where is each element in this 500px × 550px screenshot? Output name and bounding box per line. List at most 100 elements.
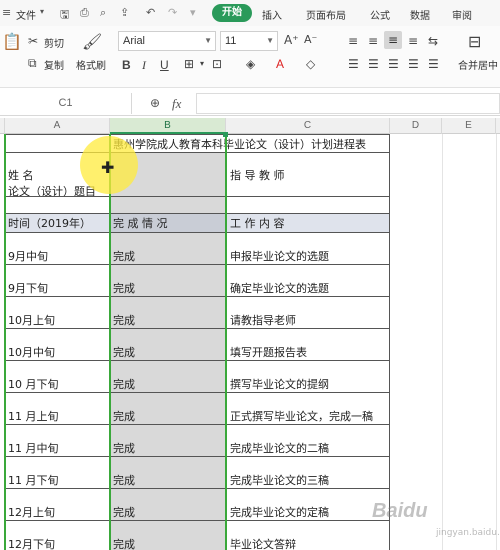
row-status[interactable]: 完成 (110, 376, 135, 392)
align-left-text-icon[interactable]: ☰ (348, 57, 359, 71)
row-time[interactable]: 11 月上旬 (5, 408, 59, 424)
row-status[interactable]: 完成 (110, 344, 135, 360)
row-content[interactable]: 确定毕业论文的选题 (227, 280, 329, 296)
row-time[interactable]: 10 月下旬 (5, 376, 59, 392)
clear-icon[interactable]: ◇ (306, 57, 315, 71)
row-status[interactable]: 完成 (110, 440, 135, 456)
tab-insert[interactable]: 插入 (262, 7, 282, 22)
formula-input[interactable] (196, 93, 500, 114)
column-header-e[interactable]: E (442, 118, 496, 134)
copy-button[interactable]: 复制 (44, 57, 64, 72)
row-time[interactable]: 9月中旬 (5, 248, 48, 264)
row-content[interactable]: 毕业论文答辩 (227, 536, 296, 550)
italic-icon[interactable]: I (142, 58, 146, 73)
align-bottom-button[interactable]: ≡ (384, 31, 402, 49)
column-header-b[interactable]: B (110, 118, 226, 134)
chevron-down-icon[interactable]: ▾ (40, 7, 44, 16)
more-icon[interactable]: ▾ (190, 6, 196, 19)
row-content[interactable]: 填写开题报告表 (227, 344, 307, 360)
align-right-text-icon[interactable]: ☰ (388, 57, 399, 71)
tab-review[interactable]: 审阅 (452, 7, 472, 22)
row-time[interactable]: 12月上旬 (5, 504, 55, 520)
underline-icon[interactable]: U (160, 58, 169, 72)
name-label[interactable]: 姓 名 (5, 167, 34, 183)
row-content[interactable]: 完成毕业论文的三稿 (227, 472, 329, 488)
merge-center-button[interactable]: 合并居中 (458, 57, 498, 72)
selection-border-right-b (225, 134, 227, 550)
save-icon[interactable]: 🖫 (60, 6, 69, 25)
header-content[interactable]: 工 作 内 容 (227, 215, 285, 231)
distributed-icon[interactable]: ☰ (428, 57, 439, 71)
redo-icon[interactable]: ↷ (168, 6, 177, 19)
name-box-value: C1 (58, 97, 73, 109)
merge-center-icon[interactable]: ⊟ (468, 32, 481, 51)
selection-handle[interactable] (223, 132, 228, 137)
font-color-icon[interactable]: A (276, 57, 284, 71)
column-header-c[interactable]: C (226, 118, 390, 134)
row-time[interactable]: 10月上旬 (5, 312, 55, 328)
row-content[interactable]: 申报毕业论文的选题 (227, 248, 329, 264)
row-time[interactable]: 9月下旬 (5, 280, 48, 296)
chevron-down-icon[interactable]: ▾ (200, 59, 204, 68)
row-content[interactable]: 撰写毕业论文的提纲 (227, 376, 329, 392)
ribbon: 📋 ✂ 剪切 ⧉ 复制 🖌 格式刷 Arial ▼ 11 ▼ A⁺ A⁻ B I… (0, 26, 500, 88)
name-box[interactable]: C1 (0, 93, 132, 114)
format-painter-icon[interactable]: 🖌 (82, 32, 102, 51)
row-status[interactable]: 完成 (110, 248, 135, 264)
column-header-d[interactable]: D (390, 118, 442, 134)
row-status[interactable]: 完成 (110, 536, 135, 550)
row-content[interactable]: 正式撰写毕业论文，完成一稿 (227, 408, 373, 424)
zoom-icon[interactable]: ⊕ (150, 96, 160, 110)
align-top-icon[interactable]: ≡ (348, 34, 358, 48)
header-time[interactable]: 时间（2019年） (5, 215, 91, 231)
row-content[interactable]: 请教指导老师 (227, 312, 296, 328)
row-time[interactable]: 12月下旬 (5, 536, 55, 550)
fx-icon[interactable]: fx (172, 96, 181, 112)
align-middle-icon[interactable]: ≡ (368, 34, 378, 48)
sheet-title[interactable]: 惠州学院成人教育本科毕业论文（设计）计划进程表 (110, 136, 366, 152)
font-size-select[interactable]: 11 ▼ (220, 31, 278, 51)
hamburger-icon[interactable]: ≡ (2, 6, 11, 19)
column-header-a[interactable]: A (5, 118, 110, 134)
tab-data[interactable]: 数据 (410, 7, 430, 22)
justify-icon[interactable]: ☰ (408, 57, 419, 71)
wrap-text-icon[interactable]: ⇆ (428, 34, 438, 48)
export-icon[interactable]: ⇪ (120, 6, 129, 19)
row-status[interactable]: 完成 (110, 408, 135, 424)
copy-icon[interactable]: ⧉ (28, 56, 37, 71)
row-status[interactable]: 完成 (110, 280, 135, 296)
undo-icon[interactable]: ↶ (146, 6, 155, 19)
align-center-text-icon[interactable]: ☰ (368, 57, 379, 71)
row-content[interactable]: 完成毕业论文的定稿 (227, 504, 329, 520)
scissors-icon[interactable]: ✂ (28, 34, 38, 48)
row-status[interactable]: 完成 (110, 504, 135, 520)
file-menu[interactable]: 文件 (16, 7, 36, 22)
column-header-f[interactable]: F (496, 118, 500, 134)
decrease-font-icon[interactable]: A⁻ (304, 33, 317, 46)
paste-icon[interactable]: 📋 (2, 32, 22, 51)
tab-formulas[interactable]: 公式 (370, 7, 390, 22)
header-status[interactable]: 完 成 情 况 (110, 215, 168, 231)
fill-color-icon[interactable]: ◈ (246, 57, 255, 71)
border-icon[interactable]: ⊞ (184, 57, 194, 71)
align-left-icon[interactable]: ≡ (408, 34, 418, 48)
advisor-label[interactable]: 指 导 教 师 (227, 167, 285, 183)
row-content[interactable]: 完成毕业论文的二稿 (227, 440, 329, 456)
tab-page-layout[interactable]: 页面布局 (306, 7, 346, 22)
row-time[interactable]: 10月中旬 (5, 344, 55, 360)
merge-cells-icon[interactable]: ⊡ (212, 57, 222, 71)
row-time[interactable]: 11 月中旬 (5, 440, 59, 456)
selection-border-left-a (4, 134, 6, 550)
format-painter-button[interactable]: 格式刷 (76, 57, 106, 72)
print-preview-icon[interactable]: ⌕ (100, 6, 106, 20)
row-status[interactable]: 完成 (110, 312, 135, 328)
print-icon[interactable]: ⎙ (80, 6, 89, 20)
row-time[interactable]: 11 月下旬 (5, 472, 59, 488)
cut-button[interactable]: 剪切 (44, 35, 64, 50)
bold-icon[interactable]: B (122, 58, 131, 72)
row-status[interactable]: 完成 (110, 472, 135, 488)
font-name-select[interactable]: Arial ▼ (118, 31, 216, 51)
tab-home[interactable]: 开始 (212, 4, 252, 22)
increase-font-icon[interactable]: A⁺ (284, 33, 299, 47)
spreadsheet-grid[interactable]: A B C D E F 惠州学院成人教育本科毕业论文（设计）计划进程表 姓 名 … (0, 118, 500, 550)
